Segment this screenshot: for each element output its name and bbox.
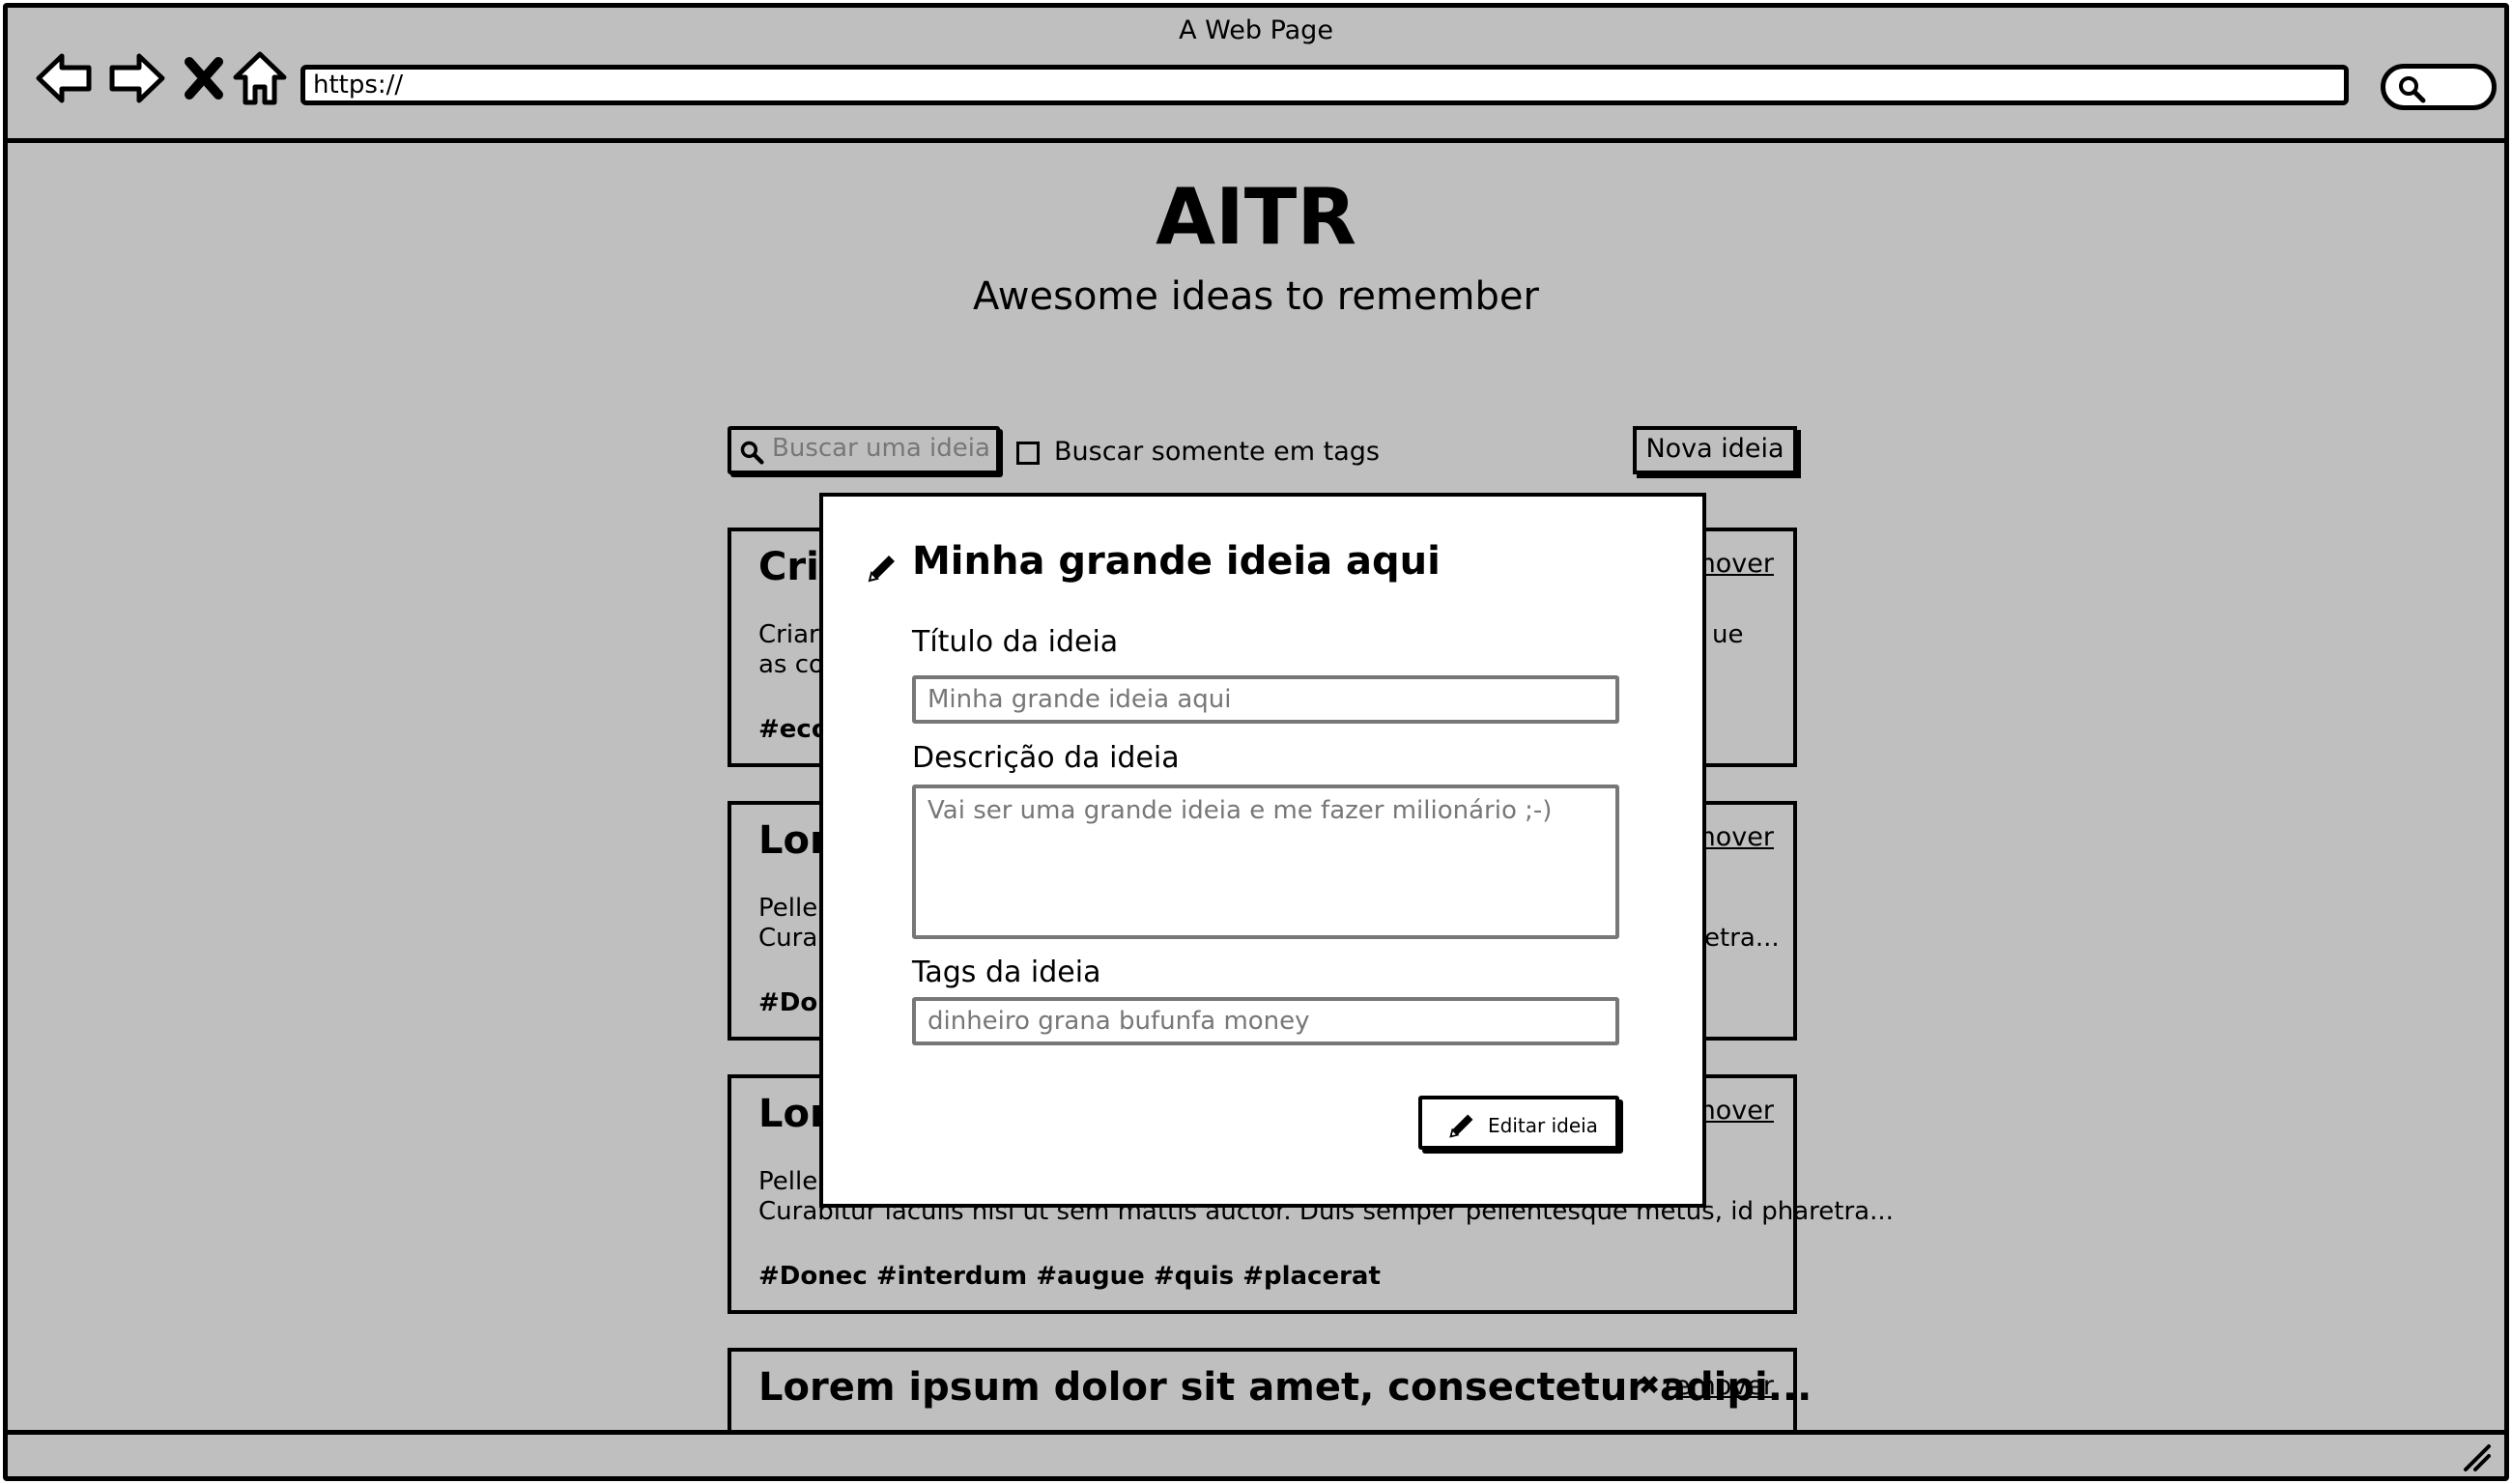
browser-window: A Web Page https:// AITR Awesome ideas t… [3, 3, 2509, 1481]
idea-title: Lor [758, 1092, 829, 1136]
tags-only-label: Buscar somente em tags [1054, 437, 1380, 467]
browser-toolbar: A Web Page https:// [8, 8, 2504, 143]
search-placeholder: Buscar uma ideia [772, 434, 990, 463]
home-icon [233, 51, 287, 105]
arrow-left-icon [36, 53, 92, 103]
modal-title: Minha grande ideia aqui [912, 539, 1441, 584]
edit-idea-modal: Minha grande ideia aqui Título da ideia … [819, 493, 1706, 1208]
remove-link[interactable]: ✖ remover [1639, 1371, 1774, 1401]
app-title: AITR [1156, 172, 1356, 262]
window-title: A Web Page [1179, 15, 1333, 45]
search-icon [740, 441, 764, 465]
edit-idea-label: Editar ideia [1488, 1114, 1598, 1137]
idea-description: as co [758, 650, 824, 679]
close-icon: ✖ [1638, 1371, 1661, 1401]
idea-description: Criar [758, 620, 819, 649]
app-subtitle: Awesome ideas to remember [973, 274, 1539, 319]
pencil-icon [868, 556, 895, 583]
resize-grip-icon[interactable] [2462, 1442, 2495, 1473]
status-bar [8, 1430, 2504, 1476]
description-label: Descrição da ideia [912, 741, 1180, 775]
description-textarea[interactable]: Vai ser uma grande ideia e me fazer mili… [912, 785, 1619, 939]
title-input[interactable] [912, 675, 1619, 724]
title-label: Título da ideia [912, 625, 1119, 659]
tags-only-checkbox[interactable] [1016, 442, 1040, 465]
idea-card: Lorem ipsum dolor sit amet, consectetur … [728, 1348, 1812, 1435]
idea-title: Cri [758, 545, 819, 589]
close-icon [185, 57, 223, 100]
forward-button[interactable] [104, 46, 168, 110]
back-button[interactable] [33, 46, 97, 110]
stop-button[interactable] [172, 46, 236, 110]
tags-label: Tags da ideia [912, 956, 1101, 989]
search-icon [2399, 76, 2426, 103]
idea-description: etra... [1704, 924, 1780, 953]
new-idea-button[interactable]: Nova ideia [1633, 426, 1797, 474]
pencil-icon [1449, 1114, 1473, 1138]
search-input[interactable]: Buscar uma ideia [728, 426, 1000, 474]
idea-tags: #Donec #interdum #augue #quis #placerat [758, 1262, 1381, 1291]
address-bar[interactable]: https:// [300, 65, 2349, 105]
idea-description: Peller [758, 1167, 828, 1196]
idea-description: Peller [758, 894, 828, 923]
idea-description: ue [1712, 620, 1744, 649]
idea-title: Lor [758, 818, 829, 863]
idea-tags: #eco [758, 715, 829, 744]
remove-label: remover [1664, 1371, 1774, 1401]
tags-input[interactable] [912, 997, 1619, 1045]
edit-idea-button[interactable]: Editar ideia [1418, 1096, 1619, 1150]
home-button[interactable] [228, 46, 292, 110]
arrow-right-icon [109, 53, 165, 103]
browser-search-button[interactable] [2381, 64, 2497, 110]
idea-description: Cural [758, 924, 825, 953]
